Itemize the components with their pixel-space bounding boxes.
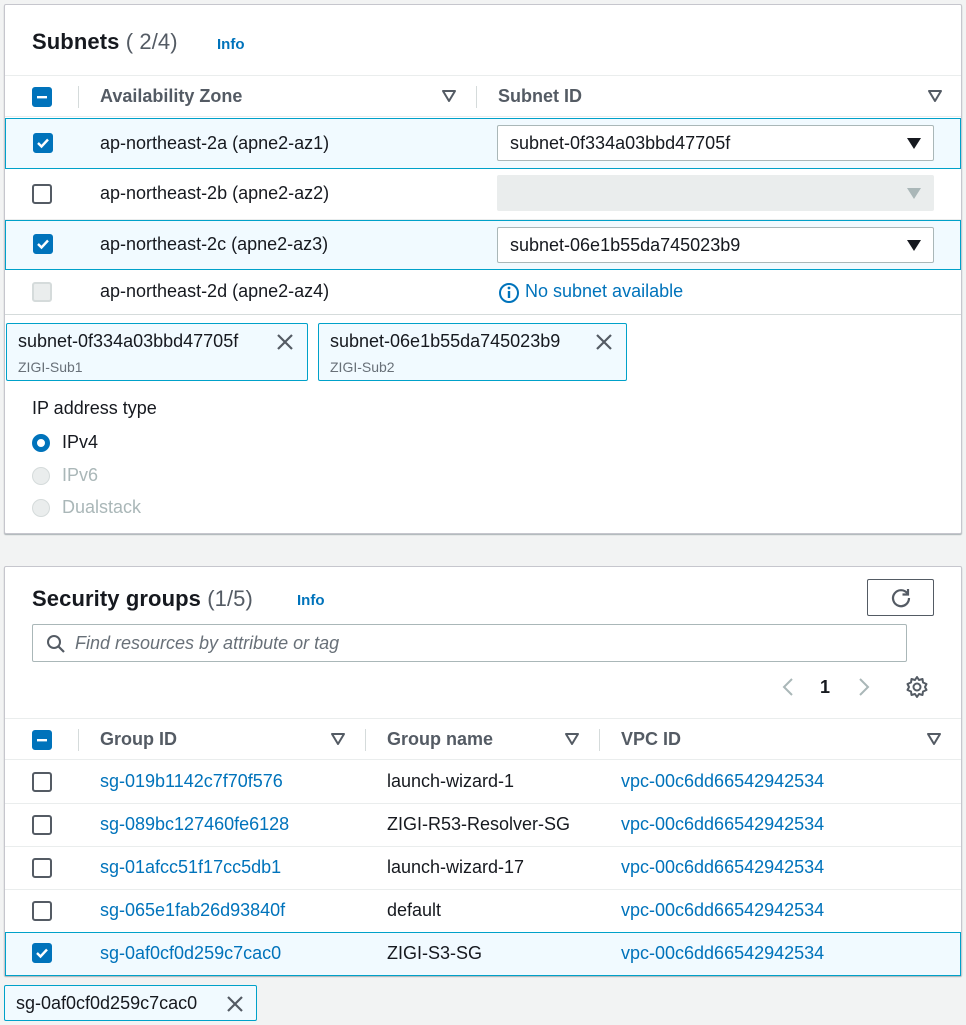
row-checkbox[interactable] (33, 234, 53, 254)
security-groups-table-header: Group ID Group name VPC ID (5, 718, 961, 760)
radio-ipv4[interactable] (32, 434, 50, 452)
selected-security-group-token: sg-0af0cf0d259c7cac0 (4, 985, 257, 1021)
table-row[interactable]: sg-089bc127460fe6128 ZIGI-R53-Resolver-S… (5, 804, 961, 847)
column-header-vpc-id[interactable]: VPC ID (621, 729, 681, 750)
radio-label-dualstack: Dualstack (62, 497, 142, 517)
current-page[interactable]: 1 (820, 677, 830, 698)
subnet-select[interactable]: subnet-0f334a03bbd47705f (497, 125, 934, 161)
row-checkbox[interactable] (32, 943, 52, 963)
column-header-subnet-id[interactable]: Subnet ID (498, 86, 582, 107)
row-checkbox[interactable] (32, 901, 52, 921)
group-id-link[interactable]: sg-019b1142c7f70f576 (100, 771, 283, 792)
select-all-security-groups-checkbox[interactable] (32, 730, 52, 750)
availability-zone: ap-northeast-2a (apne2-az1) (100, 133, 330, 153)
vpc-id-link[interactable]: vpc-00c6dd66542942534 (621, 771, 824, 792)
selected-subnet-token: subnet-0f334a03bbd47705f ZIGI-Sub1 (6, 323, 308, 381)
row-checkbox[interactable] (33, 133, 53, 153)
subnets-title: Subnets ( 2/4) (32, 29, 178, 54)
info-icon (499, 283, 519, 303)
close-icon[interactable] (594, 332, 614, 352)
group-name: ZIGI-R53-Resolver-SG (387, 814, 571, 834)
subnets-table-header: Availability Zone Subnet ID (5, 75, 961, 117)
security-groups-title: Security groups (1/5) (32, 586, 253, 611)
group-id-link[interactable]: sg-01afcc51f17cc5db1 (100, 857, 281, 878)
row-checkbox[interactable] (32, 858, 52, 878)
caret-down-icon (907, 138, 921, 149)
group-name: default (387, 900, 442, 920)
table-row[interactable]: ap-northeast-2b (apne2-az2) (5, 170, 961, 220)
table-row[interactable]: sg-01afcc51f17cc5db1 launch-wizard-17 vp… (5, 847, 961, 890)
availability-zone: ap-northeast-2c (apne2-az3) (100, 234, 329, 254)
caret-down-icon (907, 188, 921, 199)
table-row: ap-northeast-2d (apne2-az4) No subnet av… (5, 271, 961, 315)
chevron-right-icon[interactable] (856, 677, 872, 697)
column-header-availability-zone[interactable]: Availability Zone (100, 86, 242, 107)
sort-icon[interactable] (927, 88, 943, 104)
sort-icon[interactable] (330, 731, 346, 747)
group-id-link[interactable]: sg-0af0cf0d259c7cac0 (100, 943, 281, 964)
column-header-group-name[interactable]: Group name (387, 729, 493, 750)
group-id-link[interactable]: sg-089bc127460fe6128 (100, 814, 289, 835)
subnet-select (497, 175, 934, 211)
security-groups-info-link[interactable]: Info (297, 592, 325, 609)
radio-ipv6 (32, 467, 50, 485)
group-name: launch-wizard-17 (387, 857, 525, 877)
vpc-id-link[interactable]: vpc-00c6dd66542942534 (621, 857, 824, 878)
availability-zone: ap-northeast-2d (apne2-az4) (100, 281, 330, 301)
group-id-link[interactable]: sg-065e1fab26d93840f (100, 900, 285, 921)
refresh-icon (891, 589, 911, 608)
subnets-panel: Subnets ( 2/4) Info Availability Zone Su… (4, 4, 962, 534)
radio-label-ipv4: IPv4 (62, 432, 99, 452)
sort-icon[interactable] (564, 731, 580, 747)
vpc-id-link[interactable]: vpc-00c6dd66542942534 (621, 943, 824, 964)
selected-subnet-token: subnet-06e1b55da745023b9 ZIGI-Sub2 (318, 323, 627, 381)
caret-down-icon (907, 240, 921, 251)
select-all-subnets-checkbox[interactable] (32, 87, 52, 107)
close-icon[interactable] (225, 994, 245, 1014)
sort-icon[interactable] (926, 731, 942, 747)
chevron-left-icon[interactable] (780, 677, 796, 697)
row-checkbox[interactable] (32, 815, 52, 835)
vpc-id-link[interactable]: vpc-00c6dd66542942534 (621, 814, 824, 835)
table-row[interactable]: sg-0af0cf0d259c7cac0 ZIGI-S3-SG vpc-00c6… (5, 932, 961, 976)
availability-zone: ap-northeast-2b (apne2-az2) (100, 183, 330, 203)
search-input[interactable]: Find resources by attribute or tag (32, 624, 907, 662)
vpc-id-link[interactable]: vpc-00c6dd66542942534 (621, 900, 824, 921)
table-row[interactable]: ap-northeast-2a (apne2-az1) subnet-0f334… (5, 118, 961, 169)
table-row[interactable]: sg-019b1142c7f70f576 launch-wizard-1 vpc… (5, 761, 961, 804)
radio-label-ipv6: IPv6 (62, 465, 99, 485)
table-row[interactable]: ap-northeast-2c (apne2-az3) subnet-06e1b… (5, 220, 961, 270)
table-row[interactable]: sg-065e1fab26d93840f default vpc-00c6dd6… (5, 890, 961, 933)
close-icon[interactable] (275, 332, 295, 352)
refresh-button[interactable] (867, 579, 934, 616)
gear-icon[interactable] (905, 675, 929, 699)
column-header-group-id[interactable]: Group ID (100, 729, 177, 750)
search-icon (47, 635, 65, 653)
radio-dualstack (32, 499, 50, 517)
sort-icon[interactable] (441, 88, 457, 104)
subnets-info-link[interactable]: Info (217, 36, 245, 53)
group-name: ZIGI-S3-SG (387, 943, 483, 963)
group-name: launch-wizard-1 (387, 771, 515, 791)
subnet-select[interactable]: subnet-06e1b55da745023b9 (497, 227, 934, 263)
row-checkbox[interactable] (32, 184, 52, 204)
ip-address-type-label: IP address type (32, 398, 157, 418)
no-subnet-message: No subnet available (525, 281, 684, 301)
row-checkbox (32, 282, 52, 302)
security-groups-panel: Security groups (1/5) Info Find resource… (4, 566, 962, 976)
row-checkbox[interactable] (32, 772, 52, 792)
